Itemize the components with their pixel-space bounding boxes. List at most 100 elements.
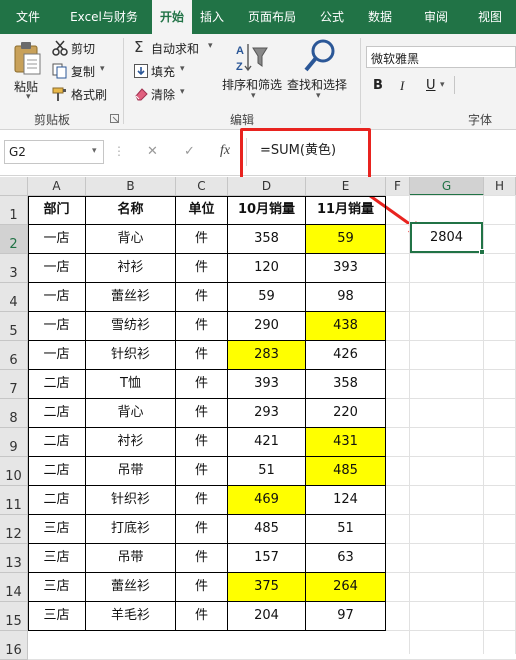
dept-cell[interactable]: 二店: [28, 486, 86, 515]
column-header-g[interactable]: G: [410, 177, 484, 196]
column-header-h[interactable]: H: [484, 177, 516, 196]
nov-sales-cell[interactable]: 431: [306, 428, 386, 457]
dept-cell[interactable]: 二店: [28, 399, 86, 428]
unit-cell[interactable]: 件: [176, 370, 228, 399]
oct-sales-cell[interactable]: 290: [228, 312, 306, 341]
dept-cell[interactable]: 三店: [28, 544, 86, 573]
unit-cell[interactable]: 件: [176, 283, 228, 312]
dept-cell[interactable]: 一店: [28, 254, 86, 283]
table-header-cell[interactable]: 名称: [86, 196, 176, 225]
product-name-cell[interactable]: 吊带: [86, 544, 176, 573]
product-name-cell[interactable]: 吊带: [86, 457, 176, 486]
unit-cell[interactable]: 件: [176, 573, 228, 602]
column-header-a[interactable]: A: [28, 177, 86, 196]
nov-sales-cell[interactable]: 264: [306, 573, 386, 602]
unit-cell[interactable]: 件: [176, 602, 228, 631]
dept-cell[interactable]: 二店: [28, 370, 86, 399]
nov-sales-cell[interactable]: 124: [306, 486, 386, 515]
oct-sales-cell[interactable]: 485: [228, 515, 306, 544]
unit-cell[interactable]: 件: [176, 225, 228, 254]
oct-sales-cell[interactable]: 204: [228, 602, 306, 631]
unit-cell[interactable]: 件: [176, 457, 228, 486]
oct-sales-cell[interactable]: 157: [228, 544, 306, 573]
unit-cell[interactable]: 件: [176, 341, 228, 370]
product-name-cell[interactable]: 蕾丝衫: [86, 283, 176, 312]
oct-sales-cell[interactable]: 51: [228, 457, 306, 486]
nov-sales-cell[interactable]: 358: [306, 370, 386, 399]
unit-cell[interactable]: 件: [176, 428, 228, 457]
dept-cell[interactable]: 三店: [28, 602, 86, 631]
nov-sales-cell[interactable]: 393: [306, 254, 386, 283]
unit-cell[interactable]: 件: [176, 399, 228, 428]
oct-sales-cell[interactable]: 393: [228, 370, 306, 399]
nov-sales-cell[interactable]: 98: [306, 283, 386, 312]
product-name-cell[interactable]: 针织衫: [86, 341, 176, 370]
unit-cell[interactable]: 件: [176, 544, 228, 573]
row-header-2[interactable]: 2: [0, 225, 28, 254]
nov-sales-cell[interactable]: 59: [306, 225, 386, 254]
table-header-cell[interactable]: 单位: [176, 196, 228, 225]
oct-sales-cell[interactable]: 120: [228, 254, 306, 283]
dept-cell[interactable]: 二店: [28, 457, 86, 486]
nov-sales-cell[interactable]: 485: [306, 457, 386, 486]
unit-cell[interactable]: 件: [176, 254, 228, 283]
oct-sales-cell[interactable]: 283: [228, 341, 306, 370]
oct-sales-cell[interactable]: 59: [228, 283, 306, 312]
row-header-4[interactable]: 4: [0, 283, 28, 312]
row-header-7[interactable]: 7: [0, 370, 28, 399]
nov-sales-cell[interactable]: 97: [306, 602, 386, 631]
table-header-cell[interactable]: 10月销量: [228, 196, 306, 225]
dept-cell[interactable]: 一店: [28, 283, 86, 312]
row-header-13[interactable]: 13: [0, 544, 28, 573]
row-header-9[interactable]: 9: [0, 428, 28, 457]
column-header-b[interactable]: B: [86, 177, 176, 196]
nov-sales-cell[interactable]: 63: [306, 544, 386, 573]
table-header-cell[interactable]: 11月销量: [306, 196, 386, 225]
product-name-cell[interactable]: 羊毛衫: [86, 602, 176, 631]
dept-cell[interactable]: 三店: [28, 515, 86, 544]
select-all-corner[interactable]: [0, 177, 28, 196]
cell-g2[interactable]: 2804: [410, 222, 483, 253]
column-header-d[interactable]: D: [228, 177, 306, 196]
nov-sales-cell[interactable]: 438: [306, 312, 386, 341]
row-header-1[interactable]: 1: [0, 196, 28, 225]
dept-cell[interactable]: 一店: [28, 341, 86, 370]
oct-sales-cell[interactable]: 293: [228, 399, 306, 428]
product-name-cell[interactable]: 衬衫: [86, 254, 176, 283]
column-header-e[interactable]: E: [306, 177, 386, 196]
product-name-cell[interactable]: 背心: [86, 399, 176, 428]
product-name-cell[interactable]: 针织衫: [86, 486, 176, 515]
nov-sales-cell[interactable]: 220: [306, 399, 386, 428]
product-name-cell[interactable]: 衬衫: [86, 428, 176, 457]
row-header-10[interactable]: 10: [0, 457, 28, 486]
oct-sales-cell[interactable]: 358: [228, 225, 306, 254]
product-name-cell[interactable]: T恤: [86, 370, 176, 399]
fill-handle[interactable]: [479, 249, 485, 255]
column-header-c[interactable]: C: [176, 177, 228, 196]
row-header-16[interactable]: 16: [0, 631, 28, 660]
row-header-6[interactable]: 6: [0, 341, 28, 370]
row-header-11[interactable]: 11: [0, 486, 28, 515]
product-name-cell[interactable]: 雪纺衫: [86, 312, 176, 341]
row-header-12[interactable]: 12: [0, 515, 28, 544]
nov-sales-cell[interactable]: 51: [306, 515, 386, 544]
product-name-cell[interactable]: 蕾丝衫: [86, 573, 176, 602]
row-header-8[interactable]: 8: [0, 399, 28, 428]
dept-cell[interactable]: 二店: [28, 428, 86, 457]
row-header-14[interactable]: 14: [0, 573, 28, 602]
dept-cell[interactable]: 一店: [28, 225, 86, 254]
nov-sales-cell[interactable]: 426: [306, 341, 386, 370]
row-header-15[interactable]: 15: [0, 602, 28, 631]
product-name-cell[interactable]: 背心: [86, 225, 176, 254]
unit-cell[interactable]: 件: [176, 312, 228, 341]
column-header-f[interactable]: F: [386, 177, 410, 196]
unit-cell[interactable]: 件: [176, 486, 228, 515]
table-header-cell[interactable]: 部门: [28, 196, 86, 225]
product-name-cell[interactable]: 打底衫: [86, 515, 176, 544]
dept-cell[interactable]: 三店: [28, 573, 86, 602]
unit-cell[interactable]: 件: [176, 515, 228, 544]
dept-cell[interactable]: 一店: [28, 312, 86, 341]
row-header-5[interactable]: 5: [0, 312, 28, 341]
row-header-3[interactable]: 3: [0, 254, 28, 283]
oct-sales-cell[interactable]: 375: [228, 573, 306, 602]
